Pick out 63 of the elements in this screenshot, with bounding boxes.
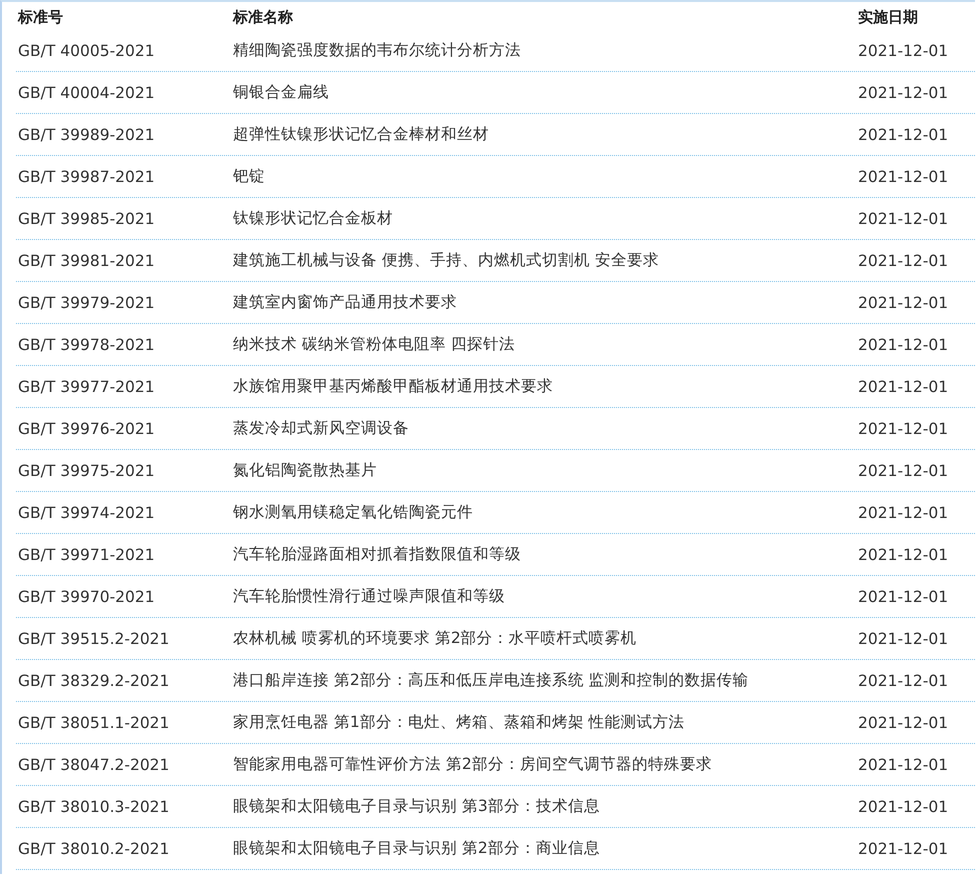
table-cell-text: GB/T 38051.1-2021 <box>17 714 170 732</box>
table-cell-text: GB/T 39987-2021 <box>17 168 156 186</box>
table-cell-text: 建筑室内窗饰产品通用技术要求 <box>232 292 458 313</box>
column-header: 实施日期 <box>857 8 919 26</box>
table-cell-text: 钛镍形状记忆合金板材 <box>232 208 394 229</box>
table-cell-text: GB/T 39979-2021 <box>17 294 156 312</box>
table-cell-text: 2021-12-01 <box>857 462 950 480</box>
table-cell-text: 2021-12-01 <box>857 210 950 228</box>
table-cell-text: 2021-12-01 <box>857 714 950 732</box>
table-cell-text: 氮化铝陶瓷散热基片 <box>232 460 378 481</box>
table-cell-text: 水族馆用聚甲基丙烯酸甲酯板材通用技术要求 <box>232 376 554 397</box>
table-cell-text: GB/T 39974-2021 <box>17 504 156 522</box>
column-header: 标准名称 <box>232 8 294 26</box>
table-cell-text: 2021-12-01 <box>857 294 950 312</box>
table-cell-text: 2021-12-01 <box>857 378 950 396</box>
table-cell-text: 钯锭 <box>232 166 266 187</box>
table-cell-text: 2021-12-01 <box>857 168 950 186</box>
table-cell-text: GB/T 39975-2021 <box>17 462 156 480</box>
table-cell-text: GB/T 39989-2021 <box>17 126 156 144</box>
table-cell-text: 2021-12-01 <box>857 630 950 648</box>
table-cell-text: 钢水测氧用镁稳定氧化锆陶瓷元件 <box>232 502 474 523</box>
table-cell-text: 2021-12-01 <box>857 336 950 354</box>
table-cell-text: 纳米技术 碳纳米管粉体电阻率 四探针法 <box>232 334 516 355</box>
table-cell-text: 2021-12-01 <box>857 672 950 690</box>
table-cell-text: GB/T 38010.2-2021 <box>17 840 170 858</box>
table-cell-text: 港口船岸连接 第2部分：高压和低压岸电连接系统 监测和控制的数据传输 <box>232 670 750 691</box>
table-cell-text: 2021-12-01 <box>857 126 950 144</box>
table-cell-text: 2021-12-01 <box>857 546 950 564</box>
table-cell-text: 蒸发冷却式新风空调设备 <box>232 418 410 439</box>
table-cell-text: 2021-12-01 <box>857 420 950 438</box>
table-cell-text: GB/T 39970-2021 <box>17 588 156 606</box>
table-cell-text: 超弹性钛镍形状记忆合金棒材和丝材 <box>232 124 490 145</box>
table-cell-text: GB/T 39977-2021 <box>17 378 156 396</box>
table-cell-text: 眼镜架和太阳镜电子目录与识别 第3部分：技术信息 <box>232 796 601 817</box>
table-cell-text: GB/T 39971-2021 <box>17 546 156 564</box>
table-cell-text: 2021-12-01 <box>857 252 950 270</box>
table-cell-text: GB/T 40005-2021 <box>17 42 156 60</box>
table-cell-text: GB/T 39978-2021 <box>17 336 156 354</box>
table-cell-text: 农林机械 喷雾机的环境要求 第2部分：水平喷杆式喷雾机 <box>232 628 638 649</box>
table-cell-text: 2021-12-01 <box>857 504 950 522</box>
table-cell-text: GB/T 39515.2-2021 <box>17 630 170 648</box>
table-cell-text: 家用烹饪电器 第1部分：电灶、烤箱、蒸箱和烤架 性能测试方法 <box>232 712 686 733</box>
table-cell-text: 2021-12-01 <box>857 42 950 60</box>
table-cell-text: 汽车轮胎湿路面相对抓着指数限值和等级 <box>232 544 522 565</box>
table-cell-text: 精细陶瓷强度数据的韦布尔统计分析方法 <box>232 40 522 61</box>
table-cell-text: GB/T 40004-2021 <box>17 84 156 102</box>
table-cell-text: 建筑施工机械与设备 便携、手持、内燃机式切割机 安全要求 <box>232 250 660 271</box>
table-cell-text: 2021-12-01 <box>857 840 950 858</box>
table-cell-text: GB/T 38047.2-2021 <box>17 756 170 774</box>
table-cell-text: 铜银合金扁线 <box>232 82 330 103</box>
table-cell-text: 2021-12-01 <box>857 798 950 816</box>
table-cell-text: 2021-12-01 <box>857 84 950 102</box>
table-cell-text: GB/T 38329.2-2021 <box>17 672 170 690</box>
table-cell-text: GB/T 39981-2021 <box>17 252 156 270</box>
table-cell-text: 2021-12-01 <box>857 588 950 606</box>
table-cell-text: 2021-12-01 <box>857 756 950 774</box>
table-cell-text: 智能家用电器可靠性评价方法 第2部分：房间空气调节器的特殊要求 <box>232 754 713 775</box>
table-cell-text: 眼镜架和太阳镜电子目录与识别 第2部分：商业信息 <box>232 838 601 859</box>
table-cell-text: GB/T 38010.3-2021 <box>17 798 170 816</box>
column-header: 标准号 <box>16 8 64 26</box>
table-cell-text: 汽车轮胎惯性滑行通过噪声限值和等级 <box>232 586 506 607</box>
table-cell-text: GB/T 39985-2021 <box>17 210 156 228</box>
table-cell-text: GB/T 39976-2021 <box>17 420 156 438</box>
